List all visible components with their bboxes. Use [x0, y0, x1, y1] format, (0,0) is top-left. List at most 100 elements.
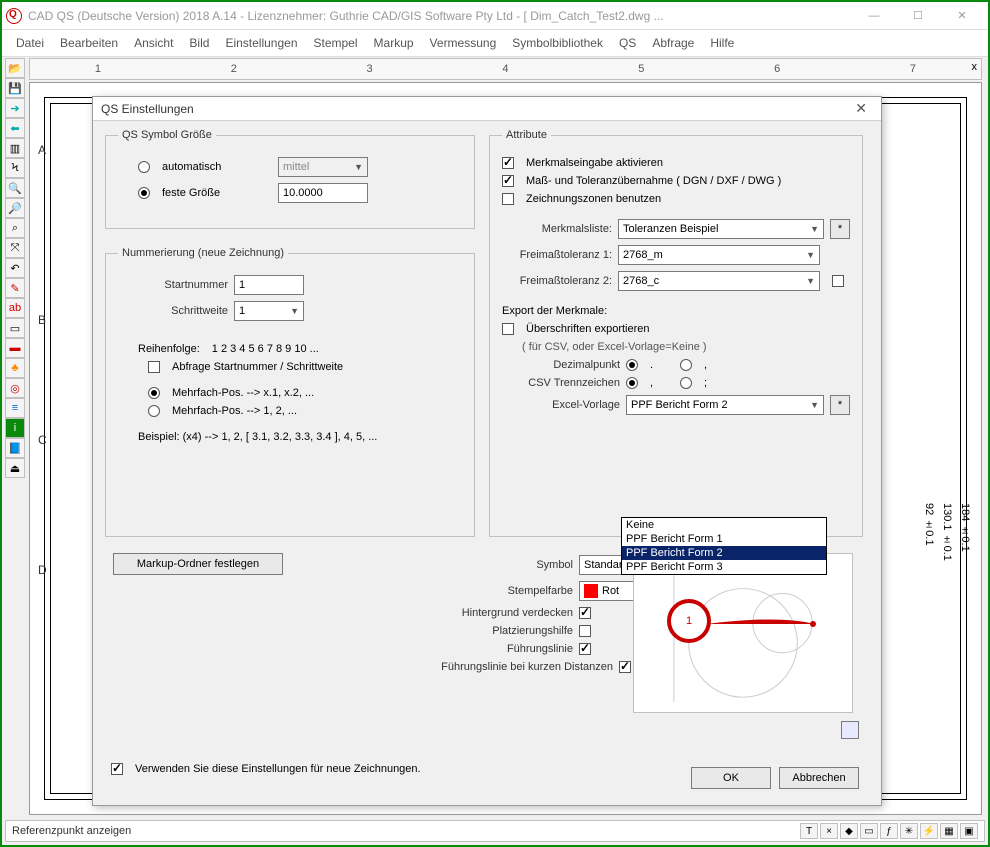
save-preview-icon[interactable]	[841, 721, 859, 739]
ok-button[interactable]: OK	[691, 767, 771, 789]
checkbox-label: Hintergrund verdecken	[393, 607, 573, 619]
start-number-input[interactable]	[234, 275, 304, 295]
pencil-icon[interactable]: ✎	[5, 278, 25, 298]
menu-item[interactable]: Bearbeiten	[54, 34, 124, 52]
group-legend: Attribute	[502, 129, 551, 141]
status-icon[interactable]: ▣	[960, 823, 978, 839]
status-icon[interactable]: ✳	[900, 823, 918, 839]
feature-list-combo[interactable]: Toleranzen Beispiel▼	[618, 219, 824, 239]
dialog-title: QS Einstellungen	[101, 102, 194, 116]
menu-item[interactable]: Ansicht	[128, 34, 179, 52]
stamp-icon[interactable]: ▬	[5, 338, 25, 358]
label: CSV Trennzeichen	[502, 377, 620, 389]
arrow-left-icon[interactable]: ⬅	[5, 118, 25, 138]
radio-label: Mehrfach-Pos. --> 1, 2, ...	[172, 405, 297, 417]
checkbox-label: Merkmalseingabe aktivieren	[526, 157, 663, 169]
step-combo[interactable]: 1▼	[234, 301, 304, 321]
status-icon[interactable]: ▦	[940, 823, 958, 839]
radio-fixed[interactable]	[138, 187, 150, 199]
tolerance2-combo[interactable]: 2768_c▼	[618, 271, 820, 291]
radio-dec-dot[interactable]	[626, 359, 638, 371]
ruler-close-icon[interactable]: x	[972, 61, 978, 73]
dialog-close-icon[interactable]: ✕	[849, 100, 873, 117]
menu-item[interactable]: Stempel	[308, 34, 364, 52]
radio-multi-a[interactable]	[148, 387, 160, 399]
menu-item[interactable]: QS	[613, 34, 642, 52]
fixed-size-input[interactable]	[278, 183, 368, 203]
status-icon[interactable]: ×	[820, 823, 838, 839]
radio-auto[interactable]	[138, 161, 150, 173]
menu-item[interactable]: Einstellungen	[219, 34, 303, 52]
help-icon[interactable]: 📘	[5, 438, 25, 458]
info-icon[interactable]: i	[5, 418, 25, 438]
checkbox-label: Maß- und Toleranzübernahme ( DGN / DXF /…	[526, 175, 781, 187]
tolerance1-combo[interactable]: 2768_m▼	[618, 245, 820, 265]
excel-template-combo[interactable]: PPF Bericht Form 2▼	[626, 395, 824, 415]
radio-csv-comma[interactable]	[626, 377, 638, 389]
dropdown-option[interactable]: PPF Bericht Form 1	[622, 532, 826, 546]
text-icon[interactable]: ab	[5, 298, 25, 318]
zoom-window-icon[interactable]: ⌕	[5, 218, 25, 238]
excel-template-dropdown[interactable]: Keine PPF Bericht Form 1 PPF Bericht For…	[621, 517, 827, 575]
checkbox-placement-aid[interactable]	[579, 625, 591, 637]
menu-item[interactable]: Bild	[183, 34, 215, 52]
checkbox-label: Führungslinie	[393, 643, 573, 655]
feature-list-star-button[interactable]: *	[830, 219, 850, 239]
menu-item[interactable]: Markup	[368, 34, 420, 52]
radio-csv-semi[interactable]	[680, 377, 692, 389]
flame-icon[interactable]: ♣	[5, 358, 25, 378]
label: Freimaßtoleranz 1:	[502, 249, 612, 261]
checkbox-leader-short[interactable]	[619, 661, 631, 673]
menu-item[interactable]: Symbolbibliothek	[506, 34, 609, 52]
ruler-letter: A	[38, 143, 46, 157]
checkbox-tolerance[interactable]	[502, 175, 514, 187]
pan-icon[interactable]: ⤧	[5, 238, 25, 258]
target-icon[interactable]: ◎	[5, 378, 25, 398]
status-icon[interactable]: ▭	[860, 823, 878, 839]
minimize-button[interactable]: —	[852, 2, 896, 30]
checkbox-leader[interactable]	[579, 643, 591, 655]
radio-multi-b[interactable]	[148, 405, 160, 417]
status-bar: Referenzpunkt anzeigen T × ◆ ▭ ƒ ✳ ⚡ ▦ ▣	[5, 820, 985, 842]
dropdown-option[interactable]: Keine	[622, 518, 826, 532]
ruler-number: 3	[367, 63, 373, 75]
zoom-out-icon[interactable]: 🔎	[5, 198, 25, 218]
checkbox-ft2[interactable]	[832, 275, 844, 287]
ruler-letter: B	[38, 313, 46, 327]
menu-item[interactable]: Abfrage	[646, 34, 700, 52]
checkbox-hide-background[interactable]	[579, 607, 591, 619]
excel-template-star-button[interactable]: *	[830, 395, 850, 415]
grid-icon[interactable]: ▥	[5, 138, 25, 158]
dropdown-option-selected[interactable]: PPF Bericht Form 2	[622, 546, 826, 560]
close-button[interactable]: ✕	[940, 2, 984, 30]
save-icon[interactable]: 💾	[5, 78, 25, 98]
zoom-in-icon[interactable]: 🔍	[5, 178, 25, 198]
checkbox-export-headers[interactable]	[502, 323, 514, 335]
markup-folder-button[interactable]: Markup-Ordner festlegen	[113, 553, 283, 575]
checkbox-zones[interactable]	[502, 193, 514, 205]
rect-icon[interactable]: ▭	[5, 318, 25, 338]
menu-item[interactable]: Datei	[10, 34, 50, 52]
radio-dec-comma[interactable]	[680, 359, 692, 371]
tool-icon[interactable]: Ϟ	[5, 158, 25, 178]
status-icon[interactable]: ⚡	[920, 823, 938, 839]
dialog-titlebar[interactable]: QS Einstellungen ✕	[93, 97, 881, 121]
open-icon[interactable]: 📂	[5, 58, 25, 78]
arrow-right-icon[interactable]: ➔	[5, 98, 25, 118]
checkbox-ask-start[interactable]	[148, 361, 160, 373]
undo-icon[interactable]: ↶	[5, 258, 25, 278]
status-icon[interactable]: ƒ	[880, 823, 898, 839]
exit-icon[interactable]: ⏏	[5, 458, 25, 478]
menu-item[interactable]: Vermessung	[424, 34, 503, 52]
maximize-button[interactable]: ☐	[896, 2, 940, 30]
status-text: Referenzpunkt anzeigen	[12, 825, 131, 837]
checkbox-feature[interactable]	[502, 157, 514, 169]
levels-icon[interactable]: ≡	[5, 398, 25, 418]
status-icon[interactable]: ◆	[840, 823, 858, 839]
cancel-button[interactable]: Abbrechen	[779, 767, 859, 789]
dropdown-option[interactable]: PPF Bericht Form 3	[622, 560, 826, 574]
radio-label: automatisch	[162, 161, 272, 173]
checkbox-use-for-new[interactable]	[111, 763, 123, 775]
status-icon[interactable]: T	[800, 823, 818, 839]
menu-item[interactable]: Hilfe	[704, 34, 740, 52]
